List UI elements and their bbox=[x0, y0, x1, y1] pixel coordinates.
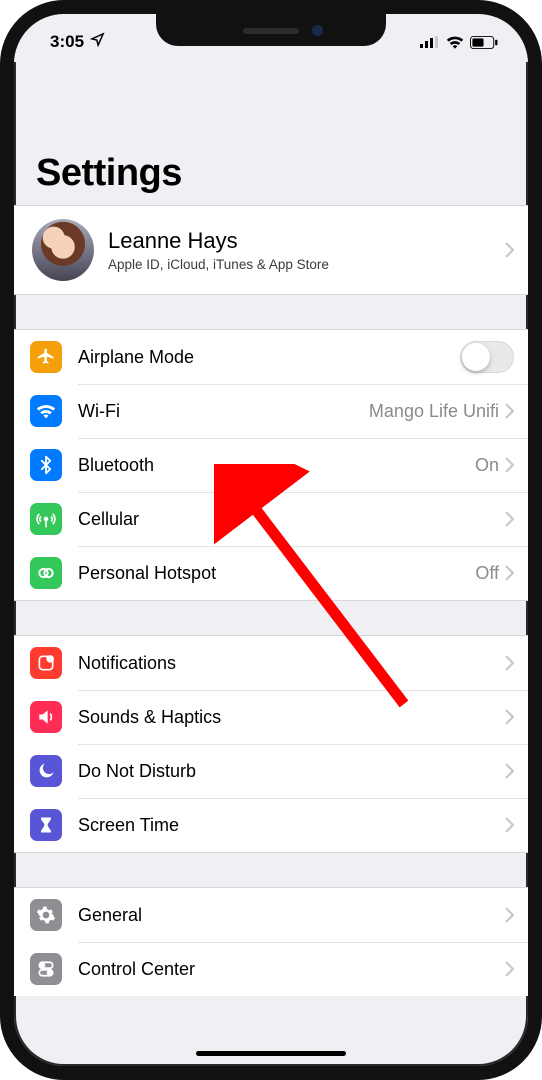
row-label: Sounds & Haptics bbox=[78, 707, 505, 728]
bluetooth-row[interactable]: Bluetooth On bbox=[14, 438, 528, 492]
row-label: Bluetooth bbox=[78, 455, 475, 476]
row-label: Wi-Fi bbox=[78, 401, 369, 422]
hotspot-icon bbox=[30, 557, 62, 589]
battery-icon bbox=[470, 36, 498, 49]
row-label: Notifications bbox=[78, 653, 505, 674]
chevron-right-icon bbox=[505, 709, 514, 725]
row-label: Do Not Disturb bbox=[78, 761, 505, 782]
chevron-right-icon bbox=[505, 961, 514, 977]
chevron-right-icon bbox=[505, 655, 514, 671]
wifi-row[interactable]: Wi-Fi Mango Life Unifi bbox=[14, 384, 528, 438]
row-label: Control Center bbox=[78, 959, 505, 980]
profile-name: Leanne Hays bbox=[108, 228, 505, 254]
chevron-right-icon bbox=[505, 817, 514, 833]
row-value: Mango Life Unifi bbox=[369, 401, 499, 422]
profile-subtitle: Apple ID, iCloud, iTunes & App Store bbox=[108, 257, 505, 272]
phone-frame: 3:05 Settings Leanne Hays bbox=[0, 0, 542, 1080]
page-title: Settings bbox=[14, 62, 528, 205]
hotspot-row[interactable]: Personal Hotspot Off bbox=[14, 546, 528, 600]
system-group: General Control Center bbox=[14, 887, 528, 996]
controlcenter-row[interactable]: Control Center bbox=[14, 942, 528, 996]
bluetooth-icon bbox=[30, 449, 62, 481]
settings-scroll[interactable]: Settings Leanne Hays Apple ID, iCloud, i… bbox=[14, 62, 528, 1066]
row-label: Personal Hotspot bbox=[78, 563, 475, 584]
device-notch bbox=[156, 14, 386, 46]
cellular-signal-icon bbox=[420, 36, 440, 48]
general-icon bbox=[30, 899, 62, 931]
chevron-right-icon bbox=[505, 242, 514, 258]
notifications-row[interactable]: Notifications bbox=[14, 636, 528, 690]
connectivity-group: Airplane Mode Wi-Fi Mango Life Unifi Blu… bbox=[14, 329, 528, 601]
notifications-group: Notifications Sounds & Haptics Do Not Di… bbox=[14, 635, 528, 853]
general-row[interactable]: General bbox=[14, 888, 528, 942]
profile-row[interactable]: Leanne Hays Apple ID, iCloud, iTunes & A… bbox=[14, 206, 528, 294]
home-indicator[interactable] bbox=[196, 1051, 346, 1056]
chevron-right-icon bbox=[505, 511, 514, 527]
airplane-mode-row[interactable]: Airplane Mode bbox=[14, 330, 528, 384]
chevron-right-icon bbox=[505, 403, 514, 419]
profile-group: Leanne Hays Apple ID, iCloud, iTunes & A… bbox=[14, 205, 528, 295]
row-label: Cellular bbox=[78, 509, 505, 530]
wifi-icon bbox=[446, 35, 464, 49]
controlcenter-icon bbox=[30, 953, 62, 985]
location-arrow-icon bbox=[90, 32, 105, 52]
row-value: Off bbox=[475, 563, 499, 584]
row-label: General bbox=[78, 905, 505, 926]
row-value: On bbox=[475, 455, 499, 476]
chevron-right-icon bbox=[505, 907, 514, 923]
avatar bbox=[32, 219, 94, 281]
sounds-row[interactable]: Sounds & Haptics bbox=[14, 690, 528, 744]
dnd-icon bbox=[30, 755, 62, 787]
status-time: 3:05 bbox=[50, 32, 84, 52]
wifi-icon bbox=[30, 395, 62, 427]
chevron-right-icon bbox=[505, 565, 514, 581]
screentime-icon bbox=[30, 809, 62, 841]
airplane-mode-toggle[interactable] bbox=[460, 341, 514, 373]
dnd-row[interactable]: Do Not Disturb bbox=[14, 744, 528, 798]
chevron-right-icon bbox=[505, 457, 514, 473]
sounds-icon bbox=[30, 701, 62, 733]
airplane-icon bbox=[30, 341, 62, 373]
notifications-icon bbox=[30, 647, 62, 679]
cellular-icon bbox=[30, 503, 62, 535]
row-label: Airplane Mode bbox=[78, 347, 460, 368]
cellular-row[interactable]: Cellular bbox=[14, 492, 528, 546]
row-label: Screen Time bbox=[78, 815, 505, 836]
screentime-row[interactable]: Screen Time bbox=[14, 798, 528, 852]
chevron-right-icon bbox=[505, 763, 514, 779]
